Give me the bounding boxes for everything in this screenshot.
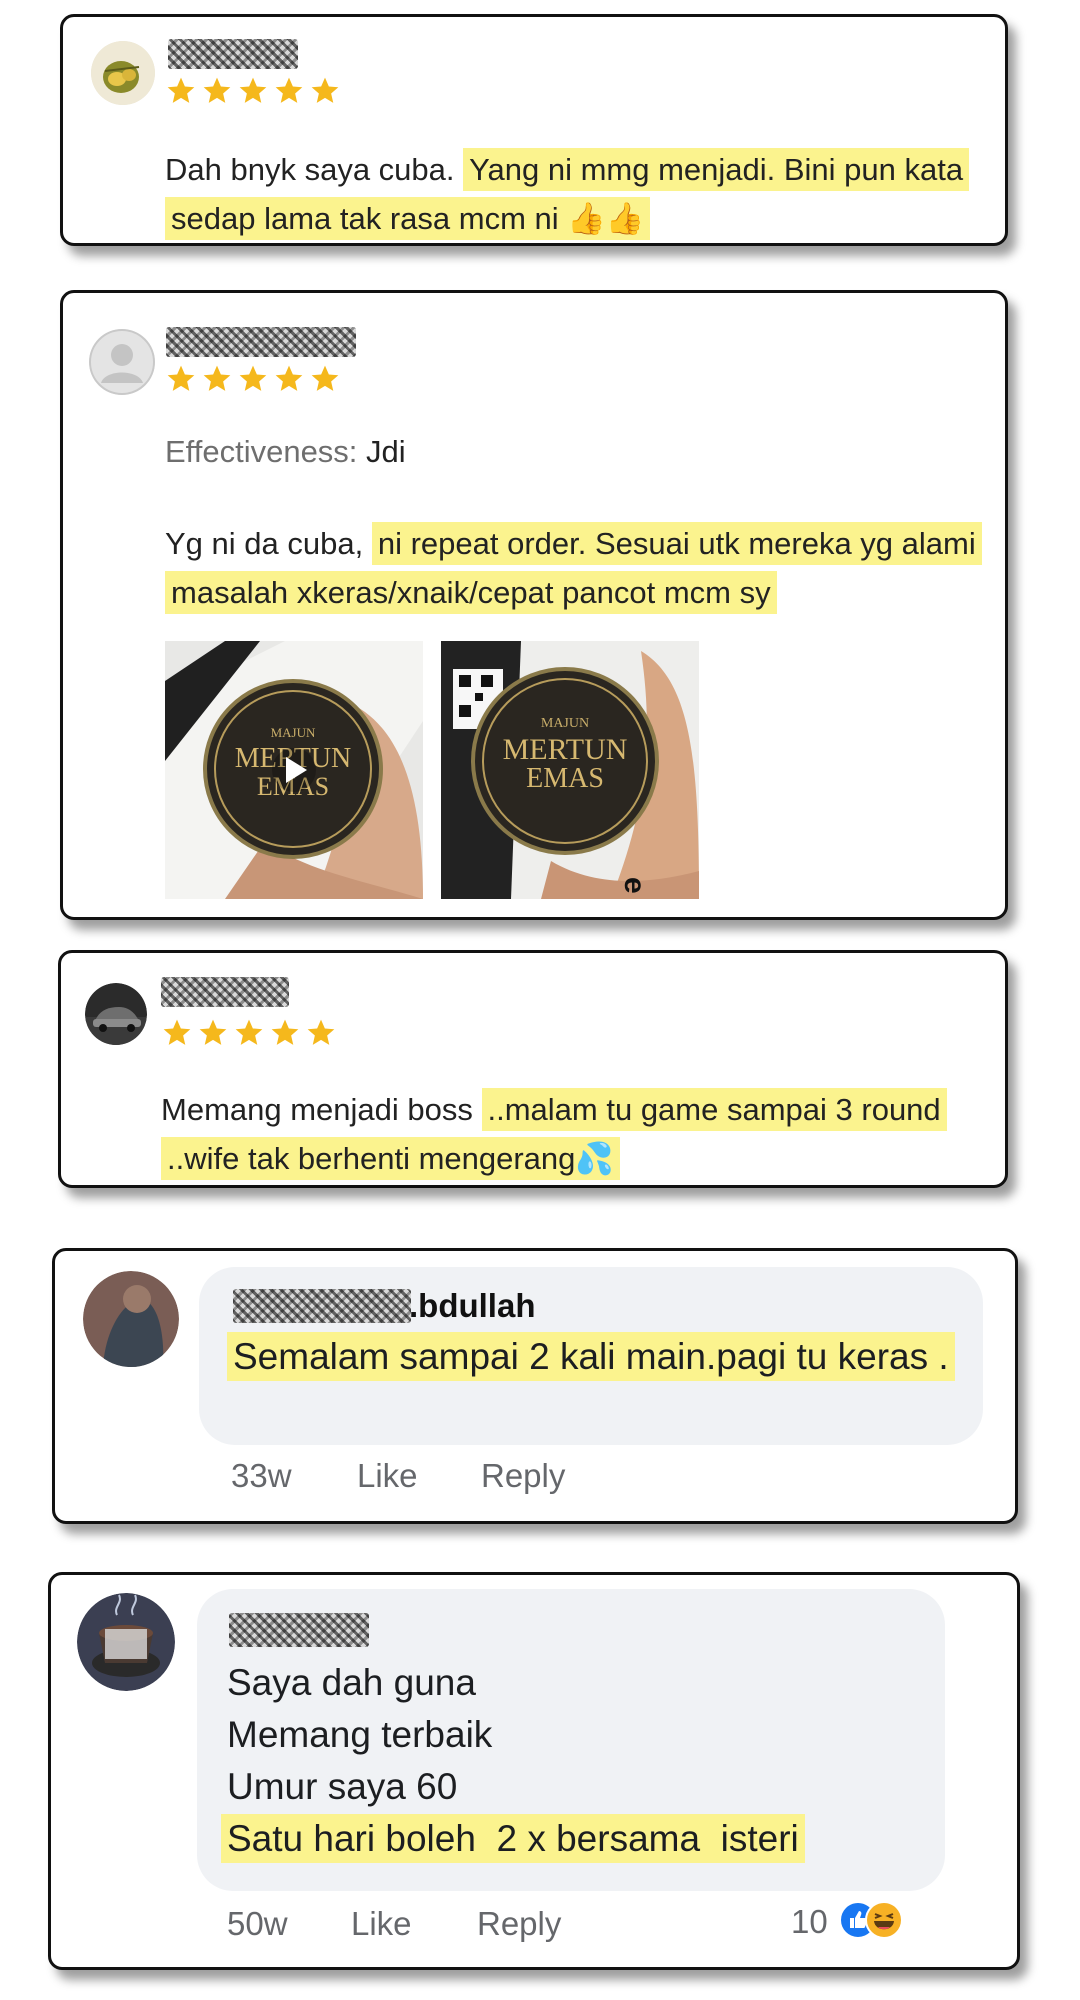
brand-small-text: MAJUN (271, 725, 316, 740)
default-user-avatar-icon (89, 329, 155, 395)
comment-time[interactable]: 33w (231, 1457, 292, 1495)
commenter-name-censored (233, 1289, 411, 1323)
star-icon (199, 1019, 227, 1045)
review-text: Yg ni da cuba, ni repeat order. Sesuai u… (165, 519, 995, 617)
brand-line2-text: EMAS (526, 763, 604, 794)
comment-text: Semalam sampai 2 kali main.pagi tu keras… (227, 1331, 967, 1383)
reply-button[interactable]: Reply (481, 1457, 565, 1495)
star-icon (235, 1019, 263, 1045)
reviewer-name-censored (168, 39, 298, 69)
comment-line-3: Umur saya 60 (227, 1766, 458, 1807)
star-icon (203, 77, 231, 103)
user-photo-avatar-icon (83, 1271, 179, 1367)
rating-stars (165, 363, 341, 395)
commenter-avatar[interactable] (83, 1271, 179, 1367)
brand-line1-text: MERTUN (503, 733, 628, 766)
star-icon (275, 77, 303, 103)
star-icon (239, 365, 267, 391)
review-card-1: Dah bnyk saya cuba. Yang ni mmg menjadi.… (60, 14, 1008, 246)
star-icon (239, 77, 267, 103)
reviewer-avatar[interactable] (89, 329, 155, 395)
reviewer-name-censored (166, 327, 356, 357)
commenter-avatar[interactable] (77, 1593, 175, 1691)
brand-small-text: MAJUN (541, 716, 589, 731)
review-text: Dah bnyk saya cuba. Yang ni mmg menjadi.… (165, 145, 995, 243)
review-text-plain: Dah bnyk saya cuba. (165, 152, 464, 187)
review-card-3: Memang menjadi boss ..malam tu game samp… (58, 950, 1008, 1188)
coffee-cup-avatar-icon (77, 1593, 175, 1691)
comment-card-1: .bdullah Semalam sampai 2 kali main.pagi… (52, 1248, 1018, 1524)
review-card-2: Effectiveness: Jdi Yg ni da cuba, ni rep… (60, 290, 1008, 920)
star-icon (311, 365, 339, 391)
effectiveness-row: Effectiveness: Jdi (165, 427, 406, 476)
rating-stars (165, 75, 341, 107)
product-video-image: MAJUN MERTUN EMAS (165, 641, 423, 899)
package-letter-text: e (618, 877, 651, 894)
review-photo-thumbnail[interactable]: MAJUN MERTUN EMAS e (441, 641, 699, 899)
comment-time[interactable]: 50w (227, 1905, 288, 1943)
reviewer-avatar[interactable] (85, 983, 147, 1045)
review-text: Memang menjadi boss ..malam tu game samp… (161, 1085, 991, 1183)
star-icon (311, 77, 339, 103)
comment-line-highlight: Satu hari boleh 2 x bersama isteri (221, 1813, 805, 1865)
rating-stars (161, 1017, 337, 1049)
effectiveness-label: Effectiveness: (165, 434, 358, 469)
durian-avatar-icon (91, 41, 155, 105)
review-text-plain: Memang menjadi boss (161, 1092, 482, 1127)
review-video-thumbnail[interactable]: MAJUN MERTUN EMAS (165, 641, 423, 899)
star-icon (275, 365, 303, 391)
product-photo-image: MAJUN MERTUN EMAS e (441, 641, 699, 899)
reviewer-avatar[interactable] (91, 41, 155, 105)
commenter-name-censored (229, 1613, 369, 1647)
reply-button[interactable]: Reply (477, 1905, 561, 1943)
star-icon (167, 365, 195, 391)
like-button[interactable]: Like (351, 1905, 412, 1943)
comment-line-2: Memang terbaik (227, 1714, 493, 1755)
reaction-count[interactable]: 10 (791, 1903, 828, 1941)
review-text-plain: Yg ni da cuba, (165, 526, 372, 561)
star-icon (307, 1019, 335, 1045)
comment-text-highlight: Semalam sampai 2 kali main.pagi tu keras… (227, 1332, 955, 1381)
commenter-name-suffix[interactable]: .bdullah (409, 1287, 536, 1325)
comment-card-2: Saya dah guna Memang terbaik Umur saya 6… (48, 1572, 1020, 1970)
haha-reaction-icon (865, 1901, 903, 1939)
comment-highlight-text: Satu hari boleh 2 x bersama isteri (221, 1814, 805, 1863)
star-icon (167, 77, 195, 103)
effectiveness-value: Jdi (366, 434, 406, 469)
like-button[interactable]: Like (357, 1457, 418, 1495)
comment-line-1: Saya dah guna (227, 1662, 476, 1703)
star-icon (163, 1019, 191, 1045)
star-icon (203, 365, 231, 391)
star-icon (271, 1019, 299, 1045)
reviewer-name-censored (161, 977, 289, 1007)
car-avatar-icon (85, 983, 147, 1045)
